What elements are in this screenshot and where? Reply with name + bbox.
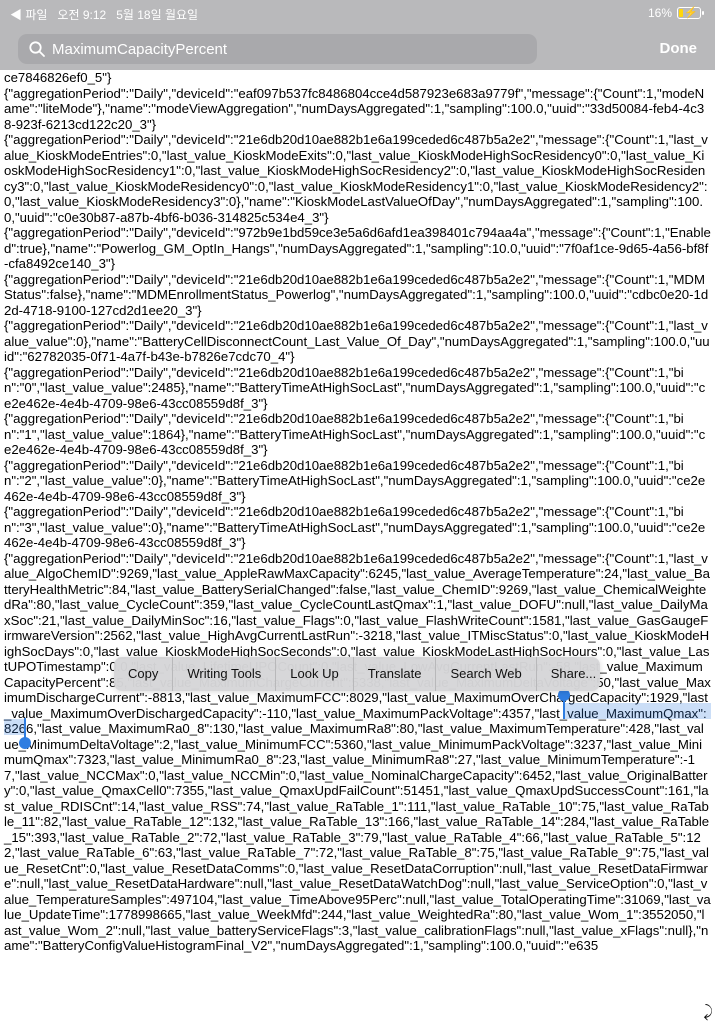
done-button[interactable]: Done	[660, 40, 698, 57]
selection-end-handle[interactable]	[19, 737, 31, 749]
page-corner-icon: ⤸	[703, 1004, 713, 1021]
log-line: {"aggregationPeriod":"Daily","deviceId":…	[4, 364, 706, 411]
log-line: {"aggregationPeriod":"Daily","deviceId":…	[4, 411, 706, 457]
status-bar: ◀ 파일 오전 9:12 5월 18일 월요일 16% ⚡	[0, 0, 715, 28]
log-line: {"aggregationPeriod":"Daily","deviceId":…	[4, 271, 709, 318]
log-line: {"aggregationPeriod":"Daily","deviceId":…	[4, 457, 706, 504]
search-query[interactable]: MaximumCapacityPercent	[52, 41, 227, 58]
menu-item-writing-tools[interactable]: Writing Tools	[173, 657, 277, 691]
selection-end-caret	[24, 718, 26, 738]
log-line: {"aggregationPeriod":"Daily","deviceId":…	[4, 132, 708, 225]
status-time: 오전 9:12	[57, 8, 107, 22]
edit-context-menu: Copy Writing Tools Look Up Translate Sea…	[114, 657, 600, 691]
log-line: ce7846826ef0_5"}	[4, 70, 112, 85]
search-icon	[29, 41, 45, 57]
log-line: {"aggregationPeriod":"Daily","deviceId":…	[4, 225, 711, 271]
selection-start-caret	[563, 699, 565, 719]
top-bar: ◀ 파일 오전 9:12 5월 18일 월요일 16% ⚡ MaximumCap…	[0, 0, 715, 70]
log-line: {"aggregationPeriod":"Daily","deviceId":…	[4, 550, 711, 954]
menu-item-share[interactable]: Share...	[537, 657, 611, 691]
log-line: {"aggregationPeriod":"Daily","deviceId":…	[4, 504, 706, 550]
log-text-view[interactable]: ce7846826ef0_5"} {"aggregationPeriod":"D…	[0, 70, 715, 1024]
back-to-app-link[interactable]: ◀ 파일	[10, 6, 47, 23]
log-line: {"aggregationPeriod":"Daily","deviceId":…	[4, 318, 710, 364]
menu-item-copy[interactable]: Copy	[114, 657, 174, 691]
status-date: 5월 18일 월요일	[116, 8, 199, 22]
battery-percent: 16%	[647, 6, 672, 20]
text-selection-highlight	[563, 703, 711, 719]
text-selection-highlight	[4, 719, 26, 735]
log-line: {"aggregationPeriod":"Daily","deviceId":…	[4, 85, 705, 132]
menu-item-translate[interactable]: Translate	[354, 657, 437, 691]
find-in-page-field[interactable]: MaximumCapacityPercent	[18, 34, 537, 64]
menu-item-look-up[interactable]: Look Up	[276, 657, 354, 691]
battery-icon: ⚡	[677, 7, 704, 19]
menu-item-search-web[interactable]: Search Web	[436, 657, 537, 691]
